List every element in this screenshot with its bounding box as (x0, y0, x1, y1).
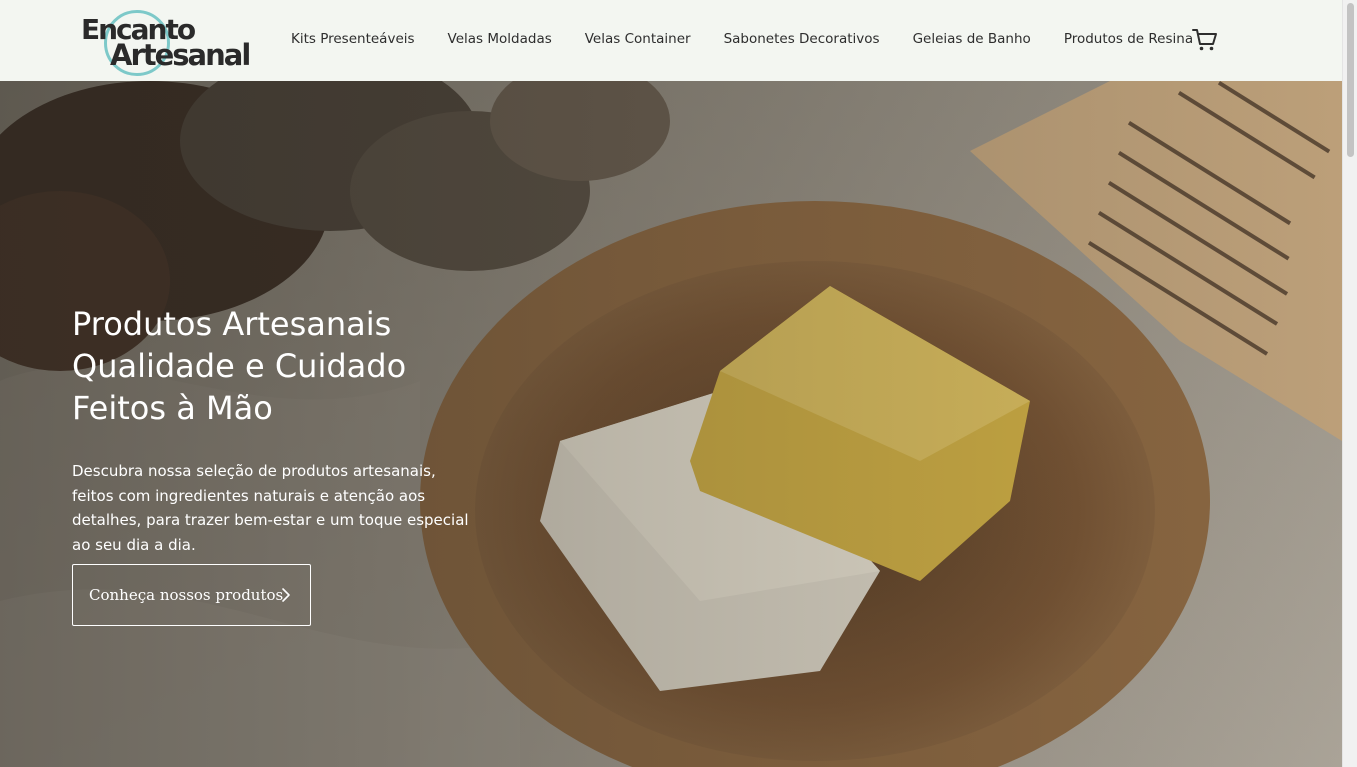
logo-text-line2: Artesanal (110, 38, 251, 72)
brand-logo[interactable]: Encanto Artesanal (80, 8, 251, 76)
hero-description: Descubra nossa seleção de produtos artes… (72, 462, 469, 554)
shopping-cart-icon[interactable] (1192, 28, 1218, 52)
explore-products-button-label: Conheça nossos produtos (89, 586, 284, 604)
nav-link-velas-container[interactable]: Velas Container (585, 31, 691, 47)
nav-link-velas-moldadas[interactable]: Velas Moldadas (448, 31, 552, 47)
nav-link-kits-presenteaveis[interactable]: Kits Presenteáveis (291, 31, 415, 47)
scrollbar-thumb[interactable] (1347, 3, 1354, 157)
hero-title: Produtos Artesanais Qualidade e Cuidado … (72, 303, 492, 429)
main-nav: Kits Presenteáveis Velas Moldadas Velas … (291, 31, 1226, 47)
explore-products-button[interactable]: Conheça nossos produtos (72, 564, 311, 626)
site-header: Encanto Artesanal Kits Presenteáveis Vel… (0, 0, 1342, 81)
chevron-right-icon (280, 587, 292, 603)
nav-link-sabonetes-decorativos[interactable]: Sabonetes Decorativos (724, 31, 880, 47)
nav-link-geleias-de-banho[interactable]: Geleias de Banho (913, 31, 1031, 47)
nav-link-produtos-de-resina[interactable]: Produtos de Resina (1064, 31, 1193, 47)
hero-title-line-3: Feitos à Mão (72, 389, 273, 427)
hero-title-line-1: Produtos Artesanais (72, 305, 392, 343)
hero-section: Produtos Artesanais Qualidade e Cuidado … (0, 81, 1342, 767)
hero-title-line-2: Qualidade e Cuidado (72, 347, 407, 385)
page-scrollbar[interactable] (1342, 0, 1357, 767)
